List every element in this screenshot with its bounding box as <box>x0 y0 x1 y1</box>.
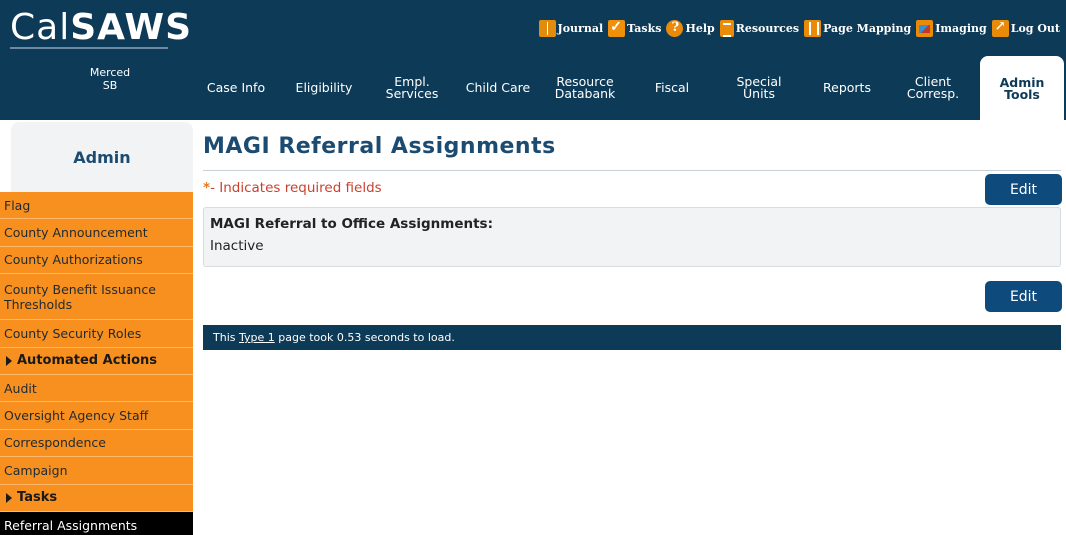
log-out-link[interactable]: Log Out <box>991 19 1060 37</box>
caret-right-icon <box>6 492 12 503</box>
resources-icon <box>719 20 734 37</box>
title-divider <box>203 170 1061 171</box>
imaging-icon <box>916 20 934 37</box>
panel-label: MAGI Referral to Office Assignments: <box>210 216 493 232</box>
tab-admin-tools[interactable]: Admin Tools <box>980 56 1064 122</box>
edit-button-top[interactable]: Edit <box>985 174 1062 205</box>
utility-links: Journal Tasks Help Resources Page Mappin… <box>538 19 1060 37</box>
user-location: Merced SB <box>89 66 131 92</box>
sidebar-item-county-security-roles[interactable]: County Security Roles <box>0 320 193 348</box>
required-star-icon: * <box>203 180 211 196</box>
calsaws-logo[interactable]: CalSAWS <box>10 6 192 50</box>
page-mapping-icon <box>804 20 822 37</box>
journal-icon <box>538 20 556 37</box>
page-title: MAGI Referral Assignments <box>203 134 556 159</box>
sidebar-group-tasks[interactable]: Tasks <box>0 484 193 512</box>
top-header: CalSAWS Journal Tasks Help Resources Pag… <box>0 0 1066 56</box>
tab-child-care[interactable]: Child Care <box>458 56 538 120</box>
sidebar-item-audit[interactable]: Audit <box>0 374 193 403</box>
type-link[interactable]: Type 1 <box>239 331 275 344</box>
sidebar-item-county-benefit-issuance-thresholds[interactable]: County Benefit Issuance Thresholds <box>0 274 193 321</box>
sidebar-item-oversight-agency-staff[interactable]: Oversight Agency Staff <box>0 402 193 430</box>
sidebar: Admin Flag County Announcement County Au… <box>0 122 193 535</box>
resources-link[interactable]: Resources <box>719 20 799 37</box>
sidebar-group-automated-actions[interactable]: Automated Actions <box>0 347 193 375</box>
tab-special-units[interactable]: Special Units <box>720 56 798 120</box>
sidebar-menu: Flag County Announcement County Authoriz… <box>0 192 193 535</box>
tab-fiscal[interactable]: Fiscal <box>634 56 710 120</box>
sidebar-item-county-authorizations[interactable]: County Authorizations <box>0 246 193 275</box>
assignment-panel: MAGI Referral to Office Assignments: Ina… <box>203 207 1061 267</box>
page-load-footer: This Type 1 page took 0.53 seconds to lo… <box>203 325 1061 350</box>
logo-underline <box>10 47 168 49</box>
panel-value: Inactive <box>210 238 264 254</box>
journal-link[interactable]: Journal <box>538 20 603 37</box>
caret-right-icon <box>6 355 12 366</box>
sidebar-item-county-announcement[interactable]: County Announcement <box>0 219 193 247</box>
tab-resource-databank[interactable]: Resource Databank <box>546 56 624 120</box>
tab-client-corresp[interactable]: Client Corresp. <box>894 56 972 120</box>
tab-eligibility[interactable]: Eligibility <box>286 56 362 120</box>
page-mapping-link[interactable]: Page Mapping <box>804 20 911 37</box>
sidebar-item-flag[interactable]: Flag <box>0 192 193 220</box>
sidebar-item-correspondence[interactable]: Correspondence <box>0 429 193 458</box>
sidebar-item-referral-assignments[interactable]: Referral Assignments <box>0 511 193 535</box>
tasks-link[interactable]: Tasks <box>608 19 661 37</box>
help-link[interactable]: Help <box>666 20 715 37</box>
tasks-icon <box>608 19 626 37</box>
sidebar-item-campaign[interactable]: Campaign <box>0 457 193 485</box>
imaging-link[interactable]: Imaging <box>916 20 987 37</box>
tab-empl-services[interactable]: Empl. Services <box>374 56 450 120</box>
tab-case-info[interactable]: Case Info <box>198 56 274 120</box>
log-out-icon <box>991 19 1009 37</box>
edit-button-bottom[interactable]: Edit <box>985 281 1062 312</box>
tab-reports[interactable]: Reports <box>808 56 886 120</box>
required-fields-note: *- Indicates required fields <box>203 180 382 196</box>
help-icon <box>666 20 684 37</box>
sidebar-heading: Admin <box>11 122 193 192</box>
